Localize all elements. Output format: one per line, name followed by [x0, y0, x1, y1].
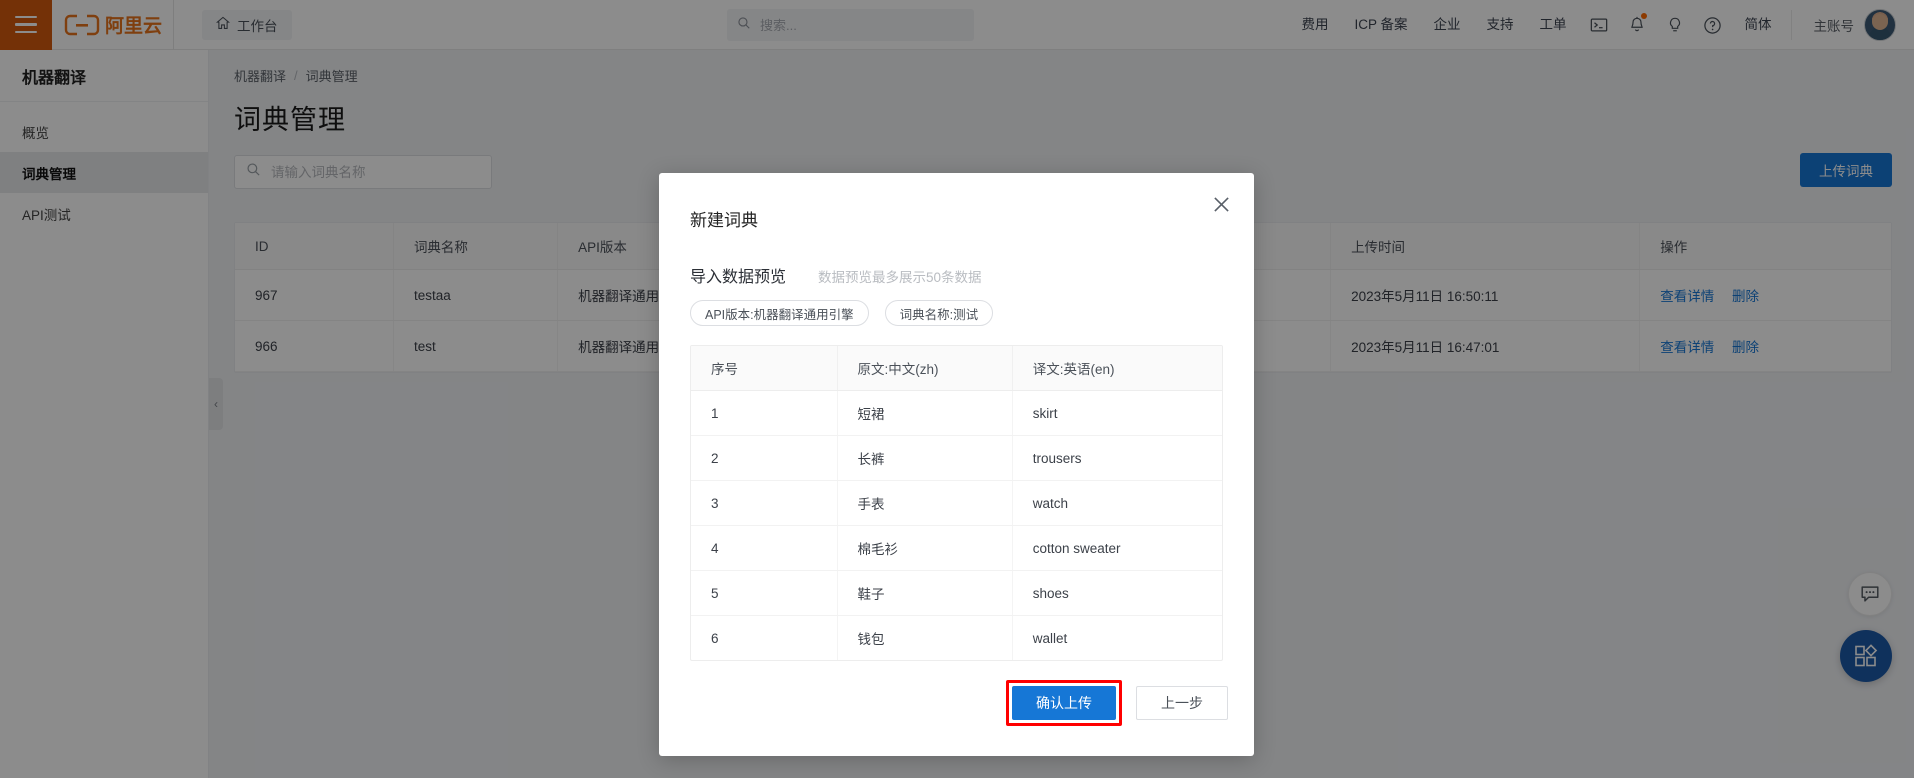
preview-column-source: 原文:中文(zh)	[837, 346, 1012, 391]
preview-cell-index: 4	[691, 526, 837, 571]
import-preview-section-header: 导入数据预览 数据预览最多展示50条数据	[690, 263, 982, 287]
preview-cell-source: 手表	[837, 481, 1012, 526]
preview-table: 序号 原文:中文(zh) 译文:英语(en) 1 短裙 skirt 2 长裤 t…	[691, 346, 1222, 660]
preview-cell-target: trousers	[1012, 436, 1222, 481]
preview-column-index: 序号	[691, 346, 837, 391]
preview-cell-source: 棉毛衫	[837, 526, 1012, 571]
preview-cell-target: shoes	[1012, 571, 1222, 616]
preview-cell-index: 5	[691, 571, 837, 616]
confirm-upload-highlight: 确认上传	[1006, 680, 1122, 726]
tag-dictionary-name: 词典名称:测试	[885, 300, 993, 326]
section-title: 导入数据预览	[690, 263, 786, 287]
preview-cell-source: 鞋子	[837, 571, 1012, 616]
preview-cell-target: watch	[1012, 481, 1222, 526]
section-hint: 数据预览最多展示50条数据	[818, 266, 982, 286]
preview-cell-index: 6	[691, 616, 837, 661]
preview-row: 6 钱包 wallet	[691, 616, 1222, 661]
previous-step-button[interactable]: 上一步	[1136, 686, 1228, 720]
preview-column-target: 译文:英语(en)	[1012, 346, 1222, 391]
preview-header-row: 序号 原文:中文(zh) 译文:英语(en)	[691, 346, 1222, 391]
preview-cell-source: 钱包	[837, 616, 1012, 661]
preview-row: 5 鞋子 shoes	[691, 571, 1222, 616]
preview-cell-source: 长裤	[837, 436, 1012, 481]
preview-cell-index: 3	[691, 481, 837, 526]
preview-cell-target: cotton sweater	[1012, 526, 1222, 571]
preview-cell-index: 2	[691, 436, 837, 481]
preview-row: 4 棉毛衫 cotton sweater	[691, 526, 1222, 571]
preview-cell-index: 1	[691, 391, 837, 436]
preview-row: 1 短裙 skirt	[691, 391, 1222, 436]
confirm-upload-button[interactable]: 确认上传	[1012, 686, 1116, 720]
meta-tag-group: API版本:机器翻译通用引擎 词典名称:测试	[690, 300, 993, 326]
preview-cell-source: 短裙	[837, 391, 1012, 436]
preview-row: 3 手表 watch	[691, 481, 1222, 526]
new-dictionary-modal: 新建词典 导入数据预览 数据预览最多展示50条数据 API版本:机器翻译通用引擎…	[659, 173, 1254, 756]
modal-footer: 确认上传 上一步	[1006, 680, 1228, 726]
preview-row: 2 长裤 trousers	[691, 436, 1222, 481]
preview-cell-target: skirt	[1012, 391, 1222, 436]
tag-api-version: API版本:机器翻译通用引擎	[690, 300, 869, 326]
preview-table-wrapper: 序号 原文:中文(zh) 译文:英语(en) 1 短裙 skirt 2 长裤 t…	[690, 345, 1223, 661]
close-icon[interactable]	[1208, 191, 1234, 217]
modal-title: 新建词典	[690, 206, 758, 231]
preview-cell-target: wallet	[1012, 616, 1222, 661]
